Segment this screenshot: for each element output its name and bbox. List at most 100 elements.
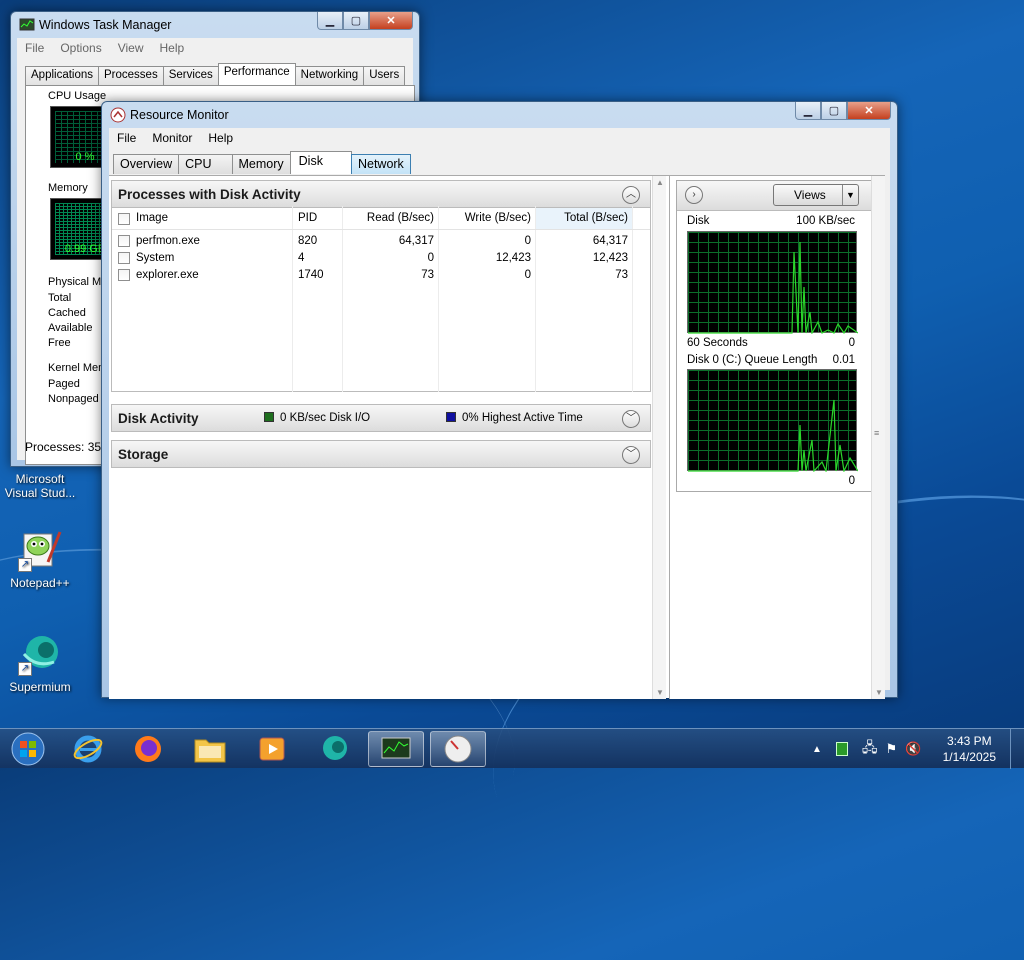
storage-section-header[interactable]: Storage ﹀	[111, 440, 651, 468]
tab-cpu[interactable]: CPU	[178, 154, 233, 174]
tab-networking[interactable]: Networking	[294, 66, 365, 85]
maximize-button[interactable]: ▢	[343, 12, 369, 30]
menu-help[interactable]: Help	[152, 41, 193, 55]
disk-graph-plot	[688, 241, 858, 334]
desktop-icon-supermium[interactable]: ↗ Supermium	[0, 632, 80, 694]
taskbar-task-manager[interactable]	[368, 731, 424, 767]
taskbar-internet-explorer[interactable]	[60, 731, 116, 767]
queue-graph-plot	[688, 399, 858, 472]
menu-help[interactable]: Help	[200, 131, 241, 145]
menu-file[interactable]: File	[17, 41, 52, 55]
collapse-pane-icon[interactable]: ›	[685, 186, 703, 204]
tab-services[interactable]: Services	[162, 66, 219, 85]
scroll-down-icon[interactable]: ▼	[875, 688, 883, 697]
right-pane-scrollbar[interactable]: ≡ ▼	[871, 176, 885, 699]
close-button[interactable]: ✕	[369, 12, 413, 30]
processes-section-header[interactable]: Processes with Disk Activity ︿	[111, 180, 651, 208]
menu-bar: File Monitor Help	[109, 128, 890, 148]
select-all-checkbox[interactable]	[118, 213, 130, 225]
resource-monitor-window[interactable]: Resource Monitor ▁ ▢ ✕ File Monitor Help…	[101, 101, 898, 699]
disk-activity-section-header[interactable]: Disk Activity 0 KB/sec Disk I/O 0% Highe…	[111, 404, 651, 432]
show-desktop-button[interactable]	[1010, 729, 1024, 769]
column-read[interactable]: Read (B/sec)	[342, 208, 434, 229]
taskbar-explorer[interactable]	[182, 731, 238, 767]
tab-overview[interactable]: Overview	[113, 154, 180, 174]
taskbar-supermium[interactable]	[306, 731, 362, 767]
minimize-button[interactable]: ▁	[317, 12, 343, 30]
tab-memory[interactable]: Memory	[231, 154, 291, 174]
row-checkbox[interactable]	[118, 269, 130, 281]
table-row[interactable]: perfmon.exe 820 64,317 0 64,317	[112, 233, 650, 250]
queue-graph-footer-right: 0	[848, 475, 855, 487]
physical-memory-label: Physical Me	[48, 276, 108, 288]
disk-graph-footer-left: 60 Seconds	[687, 337, 748, 349]
chevron-down-icon[interactable]: ▼	[842, 185, 858, 205]
column-pid[interactable]: PID	[298, 208, 317, 229]
resource-monitor-titlebar[interactable]: Resource Monitor ▁ ▢ ✕	[102, 102, 897, 128]
row-image: System	[136, 252, 175, 264]
close-button[interactable]: ✕	[847, 102, 891, 120]
menu-view[interactable]: View	[110, 41, 152, 55]
network-icon[interactable]: 🖧	[862, 737, 878, 761]
expand-chevron-icon[interactable]: ﹀	[622, 410, 640, 428]
tab-processes[interactable]: Processes	[98, 66, 164, 85]
kernel-memory-label: Kernel Mem	[48, 362, 108, 374]
collapse-chevron-icon[interactable]: ︿	[622, 186, 640, 204]
physical-row-cached: Cached	[48, 307, 86, 319]
column-image[interactable]: Image	[136, 208, 168, 229]
tab-disk[interactable]: Disk	[289, 151, 352, 174]
minimize-button[interactable]: ▁	[795, 102, 821, 120]
resource-monitor-icon	[110, 107, 126, 123]
processes-table: Image PID Read (B/sec) Write (B/sec) Tot…	[111, 206, 651, 392]
tab-users[interactable]: Users	[363, 66, 406, 85]
right-pane: › Views ▼ Disk 100 KB/sec 60 Seconds 0 D…	[669, 176, 885, 699]
row-checkbox[interactable]	[118, 235, 130, 247]
scroll-down-icon[interactable]: ▼	[656, 688, 664, 697]
menu-file[interactable]: File	[109, 131, 144, 145]
desktop-icon-label: Notepad++	[10, 576, 70, 590]
left-pane-scrollbar[interactable]: ▲ ▼	[652, 176, 666, 699]
clock[interactable]: 3:43 PM 1/14/2025	[943, 733, 996, 765]
taskbar-firefox[interactable]	[120, 731, 176, 767]
maximize-button[interactable]: ▢	[821, 102, 847, 120]
taskbar-media-player[interactable]	[244, 731, 300, 767]
volume-muted-icon[interactable]: 🔇	[905, 741, 921, 757]
task-manager-titlebar[interactable]: Windows Task Manager ▁ ▢ ✕	[11, 12, 419, 38]
table-row[interactable]: System 4 0 12,423 12,423	[112, 250, 650, 267]
row-write: 12,423	[495, 252, 531, 264]
menu-options[interactable]: Options	[52, 41, 109, 55]
row-checkbox[interactable]	[118, 252, 130, 264]
views-dropdown[interactable]: Views ▼	[773, 184, 859, 206]
action-center-flag-icon[interactable]: ⚑	[886, 741, 898, 757]
green-tray-icon[interactable]	[835, 742, 848, 756]
disk-graph-footer-right: 0	[848, 337, 855, 349]
start-button[interactable]	[6, 731, 50, 767]
desktop-icon-visual-studio[interactable]: Microsoft Visual Stud...	[0, 472, 80, 500]
queue-graph-max: 0.01	[832, 354, 855, 366]
taskbar-resource-monitor[interactable]	[430, 731, 486, 767]
disk-io-legend: 0 KB/sec Disk I/O	[264, 412, 370, 424]
window-title: Windows Task Manager	[39, 18, 172, 32]
tab-applications[interactable]: Applications	[25, 66, 100, 85]
desktop-icon-label: Supermium	[9, 680, 71, 694]
menu-monitor[interactable]: Monitor	[144, 131, 200, 145]
column-write[interactable]: Write (B/sec)	[438, 208, 531, 229]
table-row[interactable]: explorer.exe 1740 73 0 73	[112, 267, 650, 284]
tab-network[interactable]: Network	[350, 154, 411, 174]
resource-monitor-icon	[444, 735, 472, 763]
graphs-panel: › Views ▼ Disk 100 KB/sec 60 Seconds 0 D…	[676, 180, 872, 492]
task-manager-icon	[19, 17, 35, 33]
row-pid: 820	[298, 235, 318, 247]
tab-performance[interactable]: Performance	[217, 63, 296, 85]
column-total[interactable]: Total (B/sec)	[536, 208, 632, 229]
scroll-up-icon[interactable]: ▲	[656, 178, 664, 187]
desktop-icon-label: Microsoft Visual Stud...	[4, 472, 76, 500]
table-header: Image PID Read (B/sec) Write (B/sec) Tot…	[112, 208, 650, 230]
section-title: Processes with Disk Activity	[118, 187, 301, 202]
row-read: 64,317	[398, 235, 434, 247]
expand-chevron-icon[interactable]: ﹀	[622, 446, 640, 464]
scroll-grip-icon[interactable]: ≡	[874, 428, 879, 438]
disk-tab-content: Processes with Disk Activity ︿ Image PID…	[109, 175, 885, 699]
show-hidden-icons-icon[interactable]: ▲	[812, 744, 822, 755]
desktop-icon-notepadpp[interactable]: ↗ Notepad++	[0, 528, 80, 590]
